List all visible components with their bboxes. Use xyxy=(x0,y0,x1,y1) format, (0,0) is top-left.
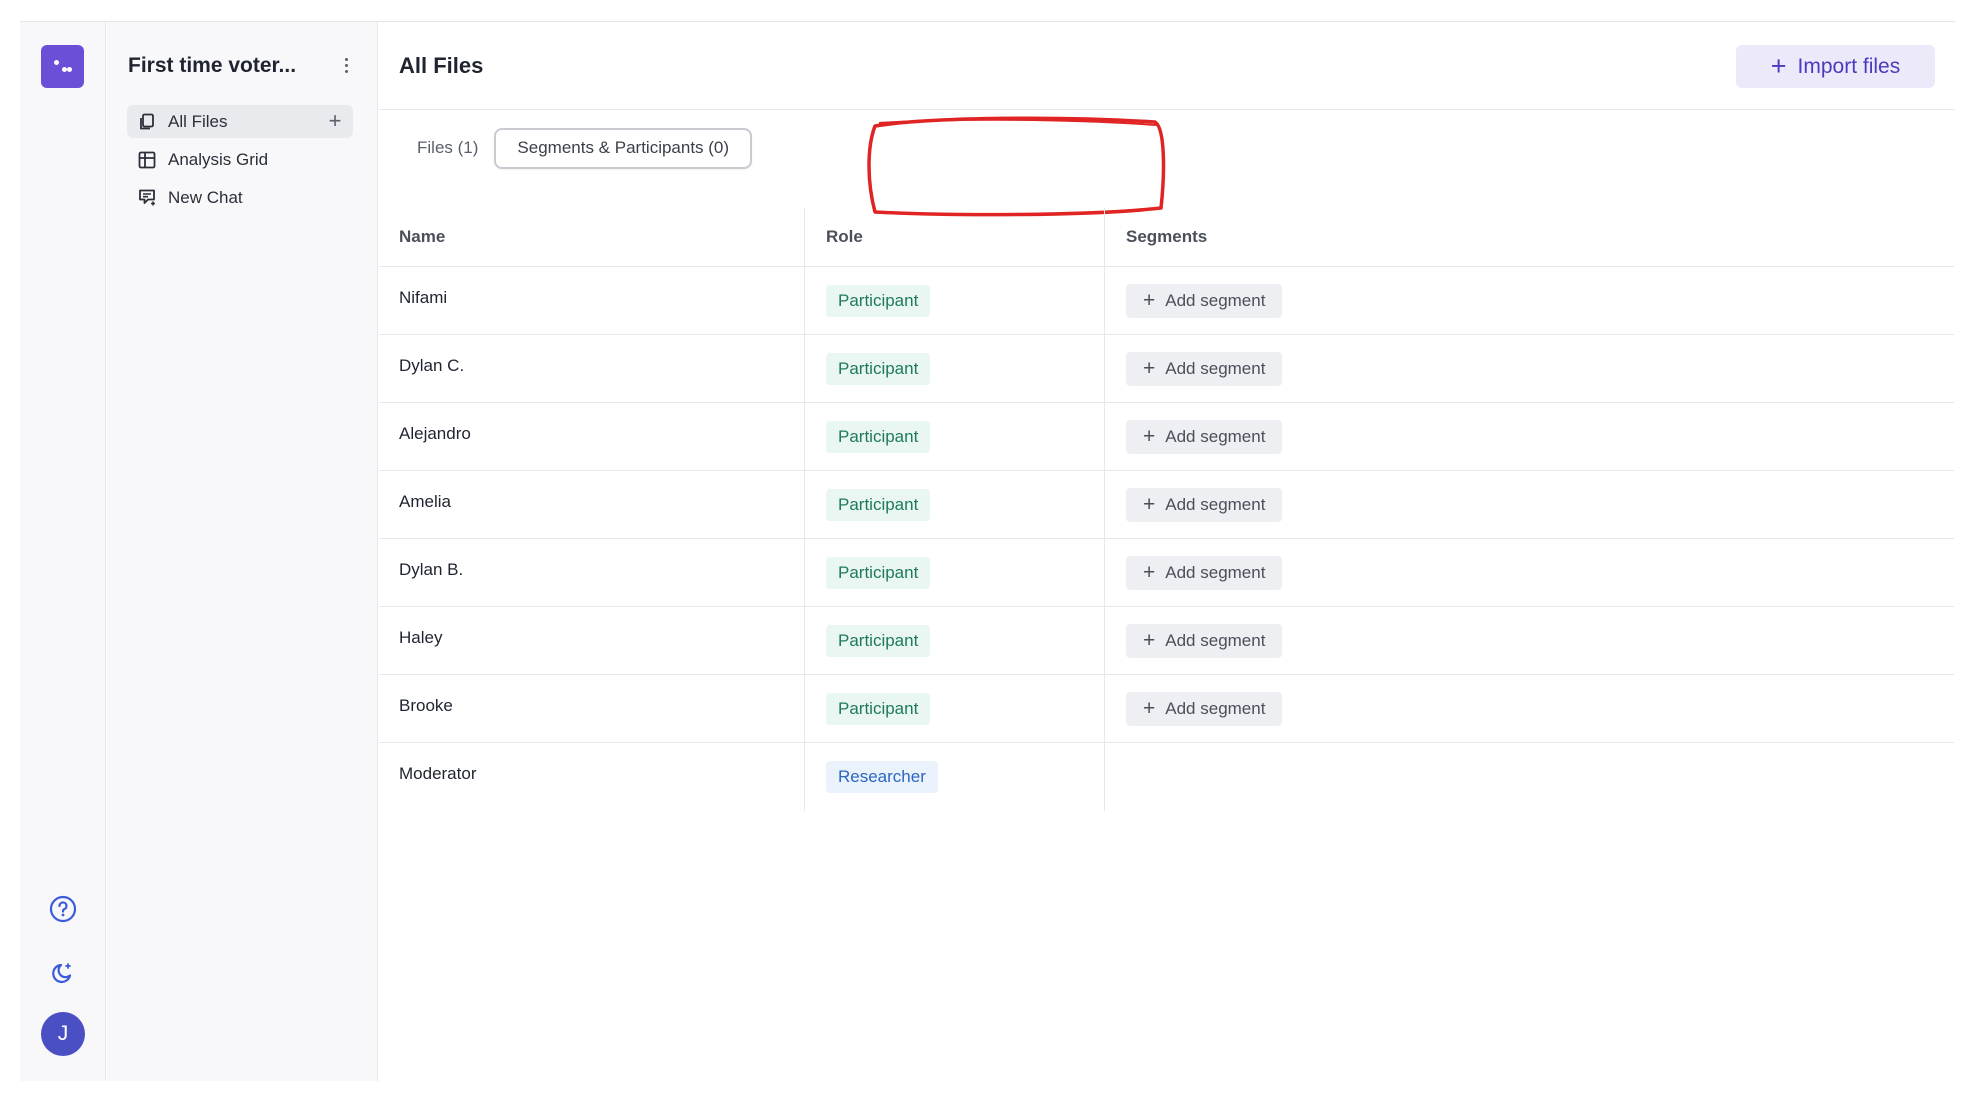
app-window: J First time voter... All Files + Analys… xyxy=(20,21,1955,1081)
add-segment-label: Add segment xyxy=(1165,358,1266,378)
add-segment-label: Add segment xyxy=(1165,290,1266,310)
role-badge[interactable]: Participant xyxy=(826,556,931,589)
grid-icon xyxy=(137,150,157,170)
dark-mode-icon[interactable] xyxy=(41,951,85,995)
table-row[interactable]: Dylan C. Participant + Add segment xyxy=(379,335,1954,403)
sidebar-item-analysis-grid[interactable]: Analysis Grid xyxy=(127,143,353,176)
sidebar-item-label: All Files xyxy=(168,111,228,131)
table-row[interactable]: Haley Participant + Add segment xyxy=(379,607,1954,675)
add-segment-label: Add segment xyxy=(1165,494,1266,514)
table-row[interactable]: Brooke Participant + Add segment xyxy=(379,675,1954,743)
segments-cell: + Add segment xyxy=(1105,471,1954,538)
import-files-label: Import files xyxy=(1797,54,1901,78)
add-segment-button[interactable]: + Add segment xyxy=(1126,487,1283,522)
role-badge[interactable]: Participant xyxy=(826,692,931,725)
participant-name: Alejandro xyxy=(379,403,805,470)
main-content: All Files + Import files Files (1) Segme… xyxy=(379,22,1955,1081)
participant-name: Haley xyxy=(379,607,805,674)
plus-icon: + xyxy=(1143,425,1156,448)
plus-icon: + xyxy=(1143,697,1156,720)
participant-name: Dylan B. xyxy=(379,539,805,606)
add-segment-button[interactable]: + Add segment xyxy=(1126,283,1283,318)
more-options-icon[interactable] xyxy=(333,50,359,80)
role-badge[interactable]: Participant xyxy=(826,352,931,385)
tab-segments-participants[interactable]: Segments & Participants (0) xyxy=(494,127,753,169)
segments-cell: + Add segment xyxy=(1105,335,1954,402)
page-title: All Files xyxy=(399,53,484,78)
chat-icon xyxy=(137,188,157,208)
plus-icon: + xyxy=(1143,357,1156,380)
segments-cell xyxy=(1105,743,1954,811)
add-segment-label: Add segment xyxy=(1165,426,1266,446)
table-row[interactable]: Amelia Participant + Add segment xyxy=(379,471,1954,539)
plus-icon: + xyxy=(1143,561,1156,584)
table-row[interactable]: Alejandro Participant + Add segment xyxy=(379,403,1954,471)
role-badge[interactable]: Participant xyxy=(826,420,931,453)
project-sidebar: First time voter... All Files + Analysis… xyxy=(107,22,378,1081)
icon-rail: J xyxy=(20,22,106,1081)
add-segment-label: Add segment xyxy=(1165,698,1266,718)
tab-files[interactable]: Files (1) xyxy=(399,138,494,158)
add-segment-button[interactable]: + Add segment xyxy=(1126,623,1283,658)
role-cell: Participant xyxy=(805,539,1105,606)
role-badge[interactable]: Researcher xyxy=(826,761,938,793)
avatar[interactable]: J xyxy=(41,1012,85,1056)
plus-icon: + xyxy=(1143,629,1156,652)
participant-name: Brooke xyxy=(379,675,805,742)
participant-name: Moderator xyxy=(379,743,805,811)
segments-cell: + Add segment xyxy=(1105,607,1954,674)
help-icon[interactable] xyxy=(41,887,85,931)
role-cell: Participant xyxy=(805,607,1105,674)
role-badge[interactable]: Participant xyxy=(826,624,931,657)
column-header-role: Role xyxy=(805,208,1105,266)
files-icon xyxy=(137,112,157,132)
sidebar-item-all-files[interactable]: All Files + xyxy=(127,105,353,138)
table-header: Name Role Segments xyxy=(379,208,1954,267)
table-row[interactable]: Moderator Researcher xyxy=(379,743,1954,811)
plus-icon: + xyxy=(1143,289,1156,312)
plus-icon: + xyxy=(1143,493,1156,516)
table-body: Nifami Participant + Add segment Dylan C. Par… xyxy=(379,267,1954,811)
tab-bar: Files (1) Segments & Participants (0) xyxy=(399,126,753,170)
column-header-segments: Segments xyxy=(1126,227,1208,246)
participants-table: Name Role Segments Nifami Participant + Add… xyxy=(379,208,1954,811)
column-header-name: Name xyxy=(379,208,805,266)
add-segment-button[interactable]: + Add segment xyxy=(1126,419,1283,454)
import-files-button[interactable]: + Import files xyxy=(1736,45,1935,88)
sidebar-item-new-chat[interactable]: New Chat xyxy=(127,181,353,214)
role-cell: Researcher xyxy=(805,743,1105,811)
table-row[interactable]: Dylan B. Participant + Add segment xyxy=(379,539,1954,607)
role-badge[interactable]: Participant xyxy=(826,284,931,317)
segments-cell: + Add segment xyxy=(1105,267,1954,334)
add-segment-label: Add segment xyxy=(1165,562,1266,582)
role-cell: Participant xyxy=(805,403,1105,470)
table-row[interactable]: Nifami Participant + Add segment xyxy=(379,267,1954,335)
page-header: All Files + Import files xyxy=(379,22,1955,110)
project-title[interactable]: First time voter... xyxy=(128,54,296,78)
add-file-icon[interactable]: + xyxy=(323,108,347,133)
annotation-circle xyxy=(867,116,1166,217)
participant-name: Amelia xyxy=(379,471,805,538)
segments-cell: + Add segment xyxy=(1105,539,1954,606)
role-cell: Participant xyxy=(805,335,1105,402)
add-segment-button[interactable]: + Add segment xyxy=(1126,351,1283,386)
role-badge[interactable]: Participant xyxy=(826,488,931,521)
segments-cell: + Add segment xyxy=(1105,403,1954,470)
participant-name: Nifami xyxy=(379,267,805,334)
role-cell: Participant xyxy=(805,267,1105,334)
logo-icon[interactable] xyxy=(41,45,84,88)
plus-icon: + xyxy=(1770,51,1787,81)
role-cell: Participant xyxy=(805,471,1105,538)
role-cell: Participant xyxy=(805,675,1105,742)
add-segment-button[interactable]: + Add segment xyxy=(1126,555,1283,590)
sidebar-item-label: New Chat xyxy=(168,187,243,207)
participant-name: Dylan C. xyxy=(379,335,805,402)
sidebar-item-label: Analysis Grid xyxy=(168,149,269,169)
add-segment-label: Add segment xyxy=(1165,630,1266,650)
add-segment-button[interactable]: + Add segment xyxy=(1126,691,1283,726)
segments-cell: + Add segment xyxy=(1105,675,1954,742)
